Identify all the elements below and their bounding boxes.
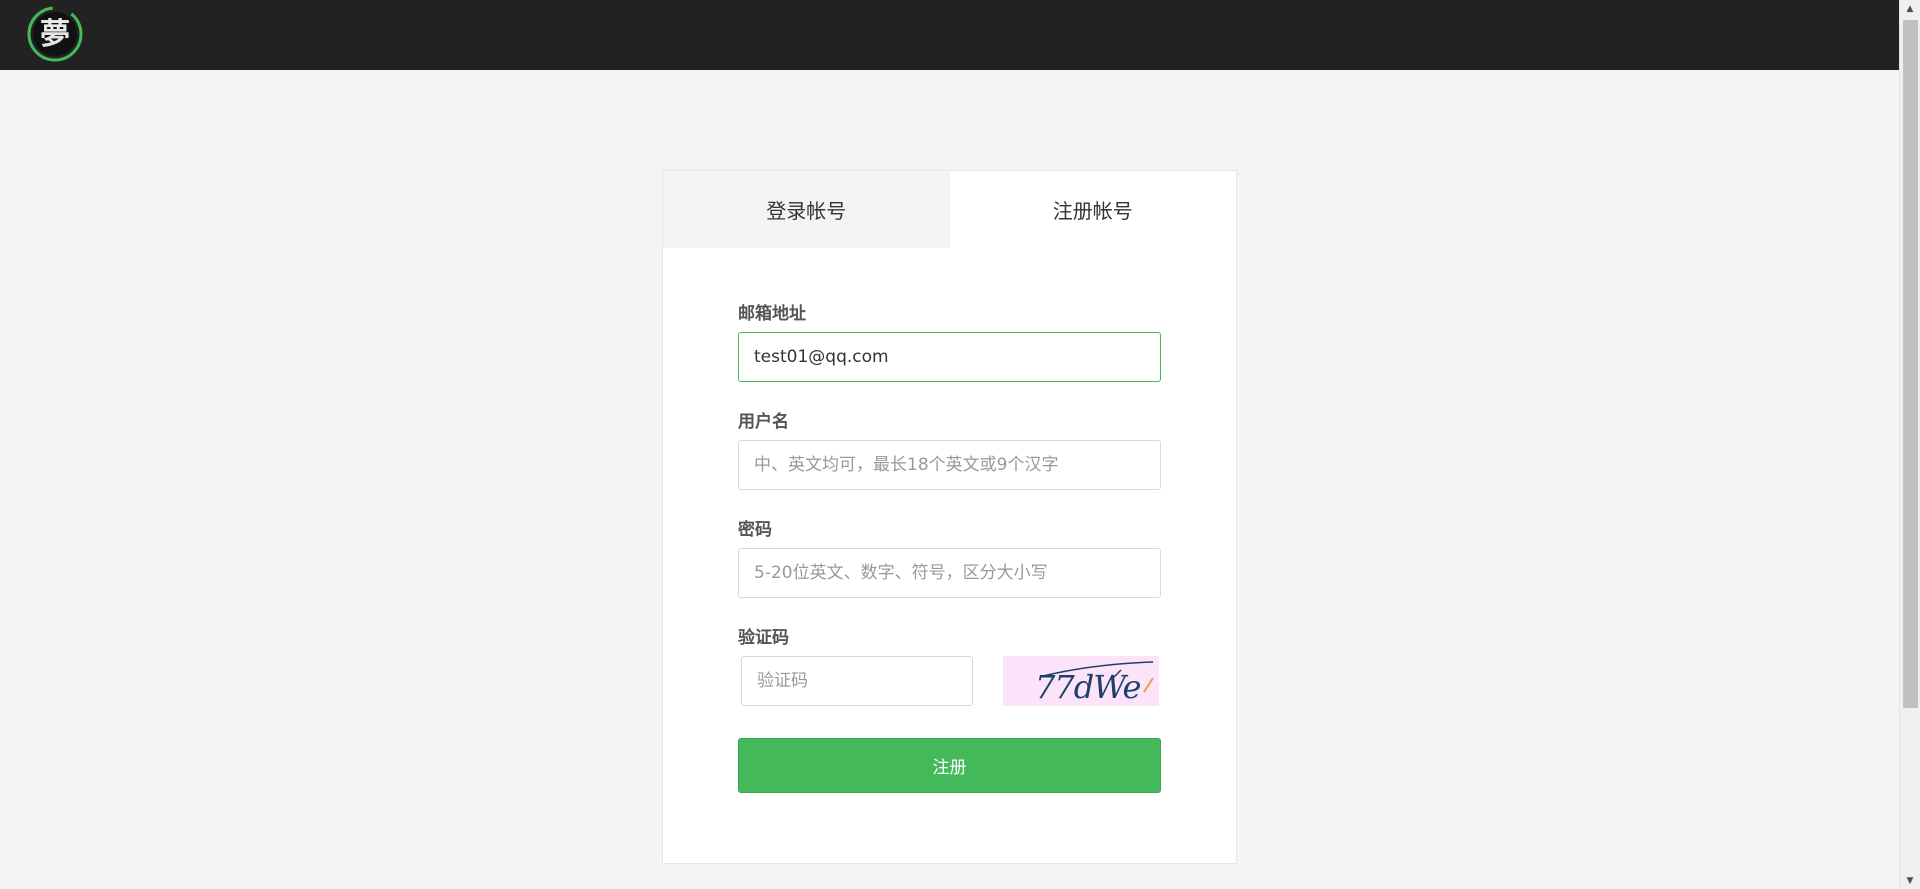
top-navbar: 夢 xyxy=(0,0,1899,70)
captcha-label: 验证码 xyxy=(738,628,789,648)
captcha-field[interactable] xyxy=(741,656,973,706)
tab-register[interactable]: 注册帐号 xyxy=(949,171,1236,248)
username-field[interactable] xyxy=(738,440,1161,490)
register-button[interactable]: 注册 xyxy=(738,738,1161,793)
scroll-thumb[interactable] xyxy=(1903,20,1918,708)
password-field[interactable] xyxy=(738,548,1161,598)
password-label: 密码 xyxy=(738,520,772,540)
captcha-text: 77dWe xyxy=(1035,668,1140,706)
tab-login[interactable]: 登录帐号 xyxy=(663,171,950,248)
scroll-down-arrow-icon[interactable]: ▼ xyxy=(1900,872,1920,889)
svg-text:夢: 夢 xyxy=(40,17,70,52)
email-label: 邮箱地址 xyxy=(738,304,806,324)
logo-icon[interactable]: 夢 xyxy=(25,6,85,62)
auth-tabs: 登录帐号 注册帐号 xyxy=(663,171,1236,248)
captcha-image[interactable]: 77dWe xyxy=(1003,656,1159,706)
auth-card: 登录帐号 注册帐号 邮箱地址 用户名 密码 验证码 77dWe 注册 xyxy=(662,170,1237,864)
email-field[interactable] xyxy=(738,332,1161,382)
username-label: 用户名 xyxy=(738,412,789,432)
scroll-up-arrow-icon[interactable]: ▲ xyxy=(1900,0,1920,17)
vertical-scrollbar[interactable]: ▲ ▼ xyxy=(1899,0,1920,889)
